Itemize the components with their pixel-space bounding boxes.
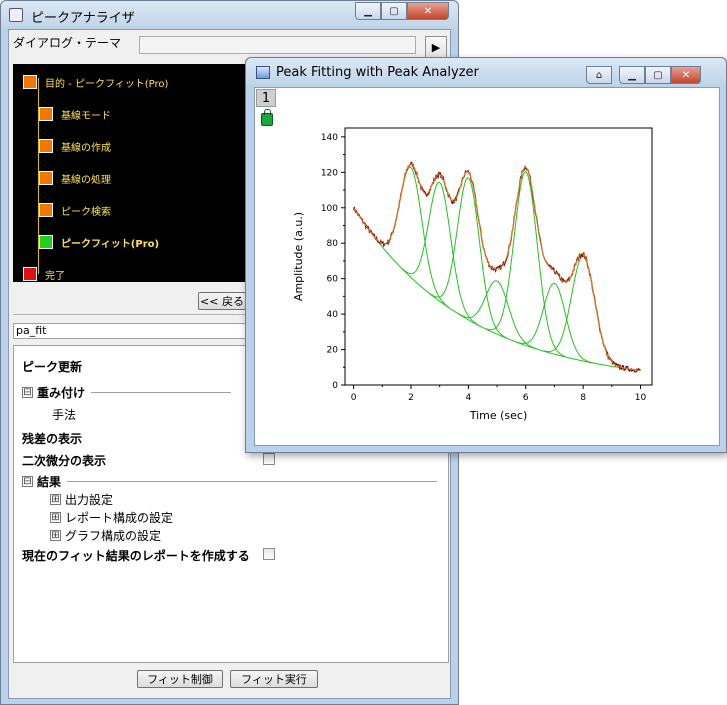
y-tick-label: 80	[327, 239, 339, 249]
maximize-icon[interactable]: ▢	[381, 2, 407, 20]
flow-step-label: 完了	[45, 270, 65, 282]
x-axis-label: Time (sec)	[469, 409, 528, 422]
create-report-checkbox[interactable]	[263, 548, 275, 560]
expand-icon[interactable]: ⊞	[50, 512, 61, 523]
expand-icon[interactable]: ⊞	[50, 494, 61, 505]
play-arrow-icon: ▶	[431, 40, 441, 54]
peak-curve-3	[430, 177, 507, 339]
peak-update-label: ピーク更新	[22, 360, 83, 374]
collapse-icon[interactable]: ⊟	[22, 387, 33, 398]
y-tick-label: 140	[321, 133, 338, 143]
flow-step-5[interactable]: ピークフィット(Pro)	[39, 234, 159, 250]
flow-step-box[interactable]	[39, 139, 53, 153]
peak-curve-5	[486, 171, 566, 357]
y-tick-label: 60	[327, 275, 339, 285]
flow-step-label: 基線の処理	[61, 174, 111, 186]
graph-window: Peak Fitting with Peak Analyzer ⌂ ▁ ▢ ✕ …	[245, 57, 727, 453]
peak-analyzer-title: ピークアナライザ	[31, 11, 135, 26]
plot-area: 0 2 4 6 8 10020406080100120140Time (sec)Ampli…	[292, 127, 653, 422]
graph-title: Peak Fitting with Peak Analyzer	[276, 65, 479, 80]
flow-step-box[interactable]	[39, 171, 53, 185]
graph-client: 1 0 2 4 6 8 10 0 20 40 60 80 100 120 140 Time (sec) Amp…	[254, 87, 720, 446]
maximize-icon[interactable]: ▢	[645, 66, 671, 84]
flow-step-box[interactable]	[39, 107, 53, 121]
dialog-theme-label: ダイアログ・テーマ	[13, 36, 122, 50]
x-tick-label: 0	[351, 393, 357, 403]
graph-titlebar[interactable]: Peak Fitting with Peak Analyzer ⌂ ▁ ▢ ✕	[246, 58, 726, 86]
flow-step-label: 目的 - ピークフィット(Pro)	[45, 78, 169, 90]
flow-step-label: 基線の作成	[61, 142, 111, 154]
results-label: 結果	[37, 475, 62, 489]
flow-step-label: ピーク検索	[61, 206, 111, 218]
close-icon[interactable]: ✕	[671, 66, 701, 84]
minimize-icon[interactable]: ▁	[619, 66, 645, 84]
dialog-theme-select[interactable]	[139, 36, 416, 54]
weighting-label: 重み付け	[37, 386, 86, 400]
graph-window-icon	[256, 66, 270, 79]
graph-settings-label: グラフ構成の設定	[65, 529, 162, 543]
back-button[interactable]: << 戻る	[198, 292, 246, 310]
flow-step-box[interactable]	[39, 203, 53, 217]
app-icon	[9, 8, 23, 22]
flow-step-label: 基線モード	[61, 110, 111, 122]
flow-step-label: ピークフィット(Pro)	[61, 238, 160, 250]
minimize-icon[interactable]: ▁	[355, 2, 381, 20]
home-icon[interactable]: ⌂	[586, 66, 612, 84]
flow-step-3[interactable]: 基線の処理	[39, 170, 111, 186]
flow-step-box[interactable]	[39, 235, 53, 249]
y-tick-label: 0	[332, 381, 338, 391]
flow-step-6[interactable]: 完了	[23, 266, 65, 282]
peak-curve-6	[516, 282, 593, 364]
x-tick-label: 2	[408, 393, 414, 403]
residuals-label: 残差の表示	[22, 432, 83, 446]
collapse-icon[interactable]: ⊟	[22, 476, 33, 487]
second-derivative-label: 二次微分の表示	[22, 454, 107, 468]
x-tick-label: 10	[635, 393, 647, 403]
flow-step-0[interactable]: 目的 - ピークフィット(Pro)	[23, 74, 168, 90]
x-tick-label: 4	[466, 393, 472, 403]
report-settings-item[interactable]: ⊞ レポート構成の設定	[50, 509, 173, 526]
baseline-curve	[353, 207, 641, 371]
create-report-label: 現在のフィット結果のレポートを作成する	[22, 549, 250, 563]
flow-step-box[interactable]	[23, 267, 37, 281]
peak-curve-1	[372, 166, 450, 308]
group-divider	[67, 481, 438, 482]
peak-analyzer-titlebar[interactable]: ピークアナライザ ▁ ▢ ✕	[1, 1, 458, 29]
report-settings-label: レポート構成の設定	[65, 511, 174, 525]
fit-run-button[interactable]: フィット実行	[230, 670, 318, 688]
peak-curve-4	[456, 280, 537, 350]
group-divider	[91, 392, 232, 393]
close-icon[interactable]: ✕	[407, 2, 449, 20]
y-tick-label: 120	[321, 168, 338, 178]
results-group[interactable]: ⊟ 結果	[22, 473, 442, 490]
flow-step-box[interactable]	[23, 75, 37, 89]
graph-settings-item[interactable]: ⊞ グラフ構成の設定	[50, 527, 161, 544]
y-axis-label: Amplitude (a.u.)	[292, 212, 305, 301]
expand-icon[interactable]: ⊞	[50, 530, 61, 541]
flow-step-2[interactable]: 基線の作成	[39, 138, 111, 154]
fit-control-button[interactable]: フィット制御	[137, 670, 223, 688]
flow-step-1[interactable]: 基線モード	[39, 106, 111, 122]
second-derivative-checkbox[interactable]	[263, 453, 275, 465]
method-label: 手法	[52, 408, 77, 422]
data-series	[353, 161, 641, 373]
y-tick-label: 100	[321, 204, 338, 214]
y-tick-label: 20	[327, 346, 339, 356]
x-tick-label: 8	[580, 393, 586, 403]
output-settings-item[interactable]: ⊞ 出力設定	[50, 491, 113, 508]
y-tick-label: 40	[327, 310, 339, 320]
peak-curve-2	[401, 181, 478, 326]
x-tick-label: 6	[523, 393, 529, 403]
flow-step-4[interactable]: ピーク検索	[39, 202, 111, 218]
theme-menu-button[interactable]: ▶	[425, 36, 447, 58]
output-settings-label: 出力設定	[65, 493, 114, 507]
